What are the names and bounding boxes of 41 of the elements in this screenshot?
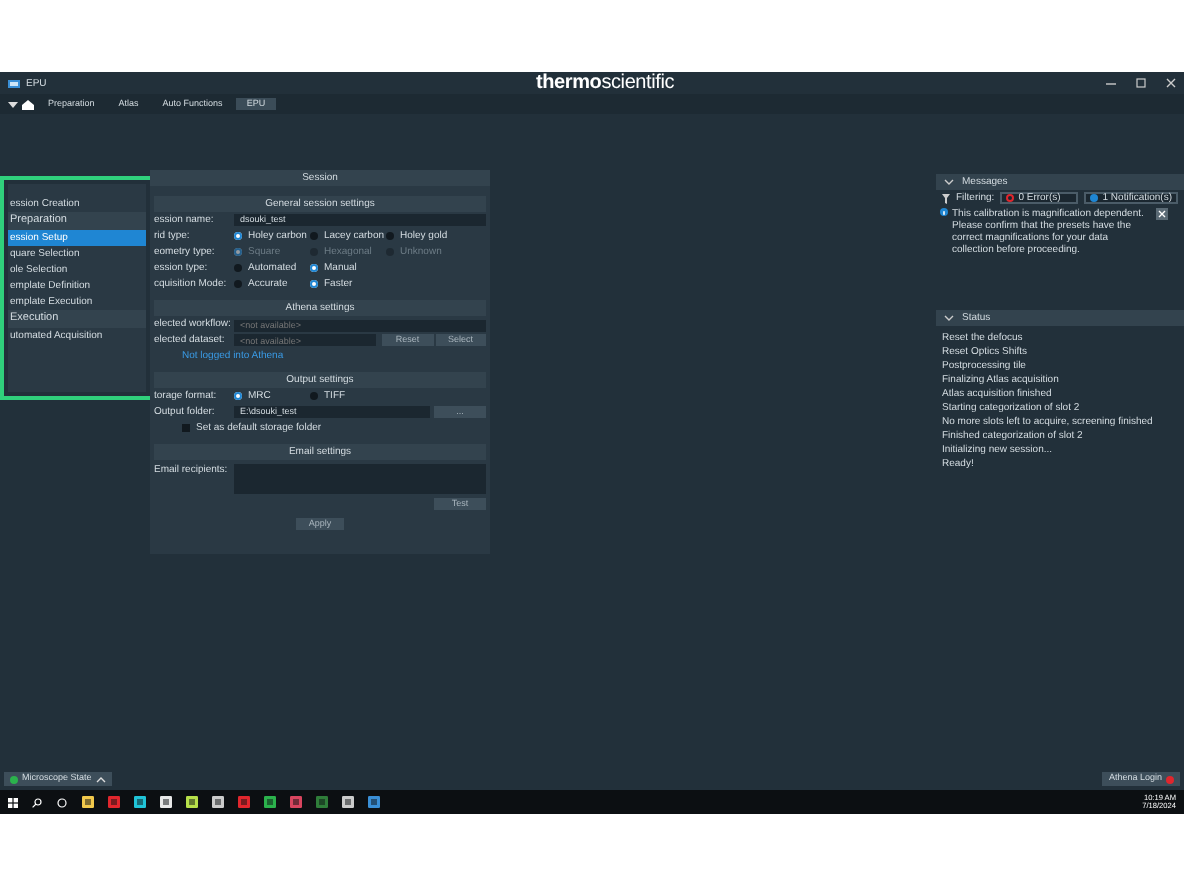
- radio-button[interactable]: [234, 232, 242, 240]
- app-icon[interactable]: [316, 796, 328, 808]
- app-icon[interactable]: [108, 796, 120, 808]
- info-icon: [1090, 194, 1099, 202]
- home-icon[interactable]: [22, 99, 34, 109]
- info-icon: [940, 208, 948, 216]
- radio-button[interactable]: [310, 232, 318, 240]
- app-icon[interactable]: [82, 796, 94, 808]
- brand-logo: thermoscientific: [536, 72, 675, 96]
- status-dot-icon: [1166, 775, 1174, 783]
- app-icon[interactable]: [290, 796, 302, 808]
- checkbox[interactable]: [182, 424, 190, 432]
- app-icon[interactable]: [134, 796, 146, 808]
- radio-button[interactable]: [234, 280, 242, 288]
- search-icon[interactable]: [32, 797, 42, 807]
- app-icon[interactable]: [368, 796, 380, 808]
- app-icon[interactable]: [342, 796, 354, 808]
- close-icon[interactable]: [1166, 78, 1176, 88]
- app-icon[interactable]: [238, 796, 250, 808]
- radio-button[interactable]: [310, 280, 318, 288]
- app-icon[interactable]: [186, 796, 198, 808]
- radio-button[interactable]: [386, 232, 394, 240]
- caret-icon[interactable]: [8, 100, 18, 108]
- app-icon: [8, 79, 20, 87]
- chevron-icon: [944, 314, 954, 322]
- status-dot-icon: [10, 775, 18, 783]
- filter-icon: [942, 193, 950, 203]
- app-icon[interactable]: [160, 796, 172, 808]
- radio-button[interactable]: [234, 264, 242, 272]
- minimize-icon[interactable]: [1106, 78, 1116, 88]
- radio-button[interactable]: [310, 392, 318, 400]
- app-icon[interactable]: [264, 796, 276, 808]
- radio-button[interactable]: [234, 392, 242, 400]
- error-icon: [1006, 194, 1015, 202]
- radio-button[interactable]: [310, 264, 318, 272]
- chevron-icon: [944, 178, 954, 186]
- app-icon[interactable]: [212, 796, 224, 808]
- maximize-icon[interactable]: [1136, 78, 1146, 88]
- task-view-icon[interactable]: [56, 797, 68, 807]
- start-icon[interactable]: [8, 797, 18, 807]
- chevron-icon: [95, 775, 106, 783]
